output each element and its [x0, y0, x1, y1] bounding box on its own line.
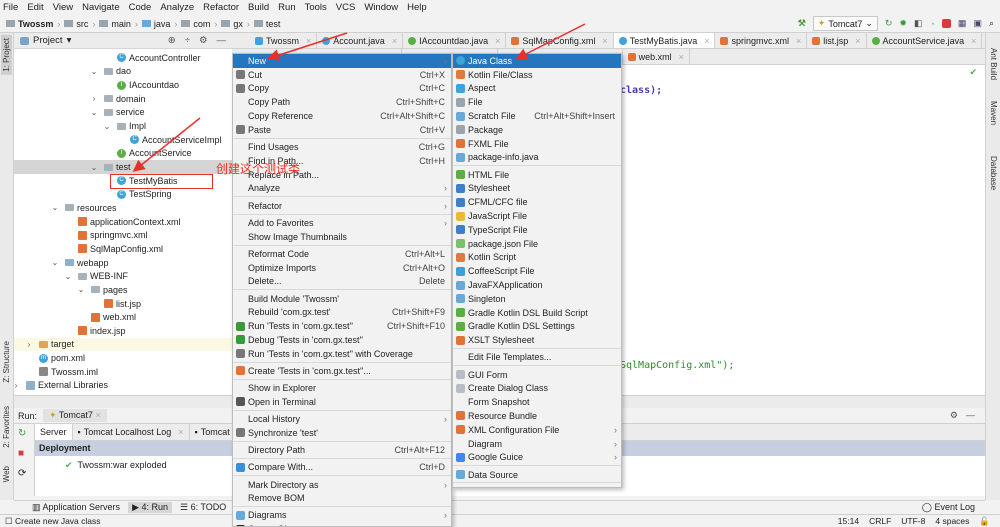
- arrow-to-new: [267, 32, 348, 61]
- arrow-to-test-folder: [132, 117, 201, 172]
- arrow-to-java-class: [515, 23, 586, 60]
- annotation-arrows: [132, 23, 586, 172]
